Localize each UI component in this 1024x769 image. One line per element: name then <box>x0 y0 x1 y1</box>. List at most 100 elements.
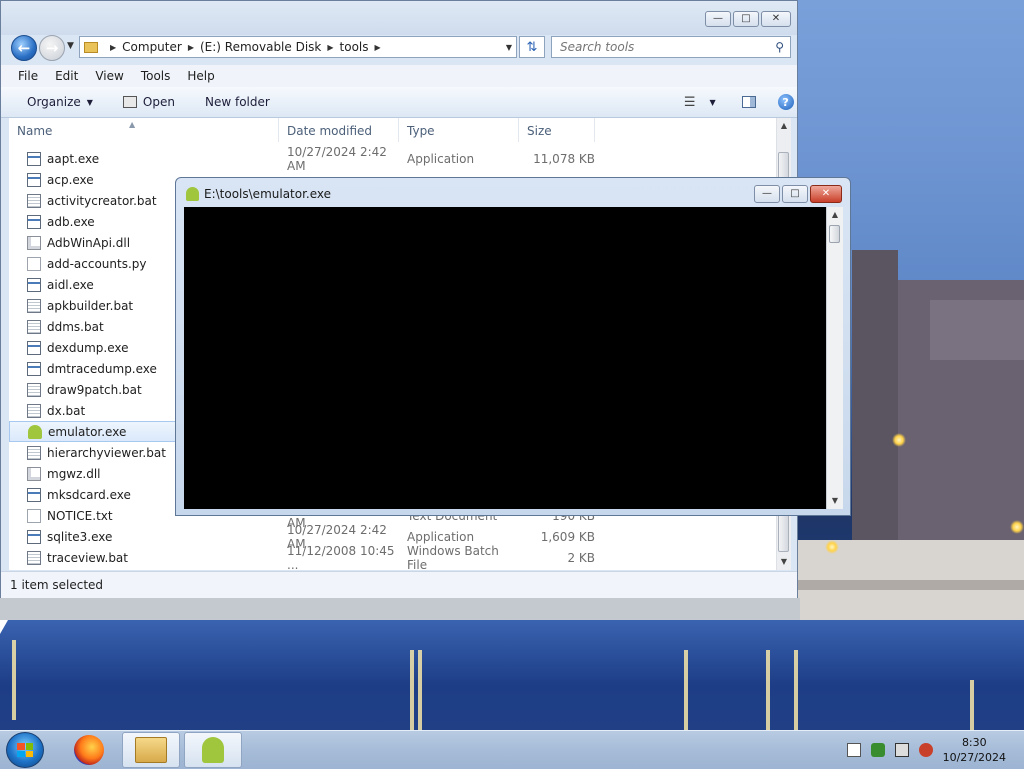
preview-pane-icon <box>741 96 756 108</box>
dll-file-icon <box>27 235 41 250</box>
bat-file-icon <box>27 298 41 313</box>
organize-button[interactable]: Organize ▼ <box>27 95 93 109</box>
file-name: aapt.exe <box>47 151 100 166</box>
help-icon: ? <box>777 94 794 110</box>
scroll-down-arrow[interactable]: ▼ <box>827 493 843 509</box>
scroll-down-arrow[interactable]: ▼ <box>777 554 791 570</box>
sort-up-icon: ▲ <box>129 120 136 129</box>
network-icon[interactable] <box>894 743 909 757</box>
file-name: NOTICE.txt <box>47 508 113 523</box>
search-input[interactable] <box>558 39 762 55</box>
breadcrumb-computer[interactable]: Computer <box>122 40 182 54</box>
preview-pane-button[interactable] <box>741 96 756 108</box>
scroll-up-arrow[interactable]: ▲ <box>777 118 791 134</box>
water-reflection <box>0 620 1024 730</box>
menu-file[interactable]: File <box>18 69 38 83</box>
start-button[interactable] <box>6 732 44 768</box>
search-box[interactable]: ⚲ <box>551 36 791 58</box>
exe-file-icon <box>27 277 41 292</box>
new-folder-button[interactable]: New folder <box>205 95 270 109</box>
file-name-cell: sqlite3.exe <box>9 529 279 544</box>
menu-view[interactable]: View <box>95 69 123 83</box>
file-row[interactable]: aapt.exe 10/27/2024 2:42 AM Application 11,… <box>9 145 777 173</box>
help-button[interactable]: ? <box>777 94 794 110</box>
file-name: add-accounts.py <box>47 256 147 271</box>
background-ship-deck <box>780 580 1024 590</box>
column-type[interactable]: Type <box>399 118 519 142</box>
android-icon <box>186 187 199 201</box>
menu-edit[interactable]: Edit <box>55 69 78 83</box>
taskbar-firefox[interactable] <box>60 732 118 768</box>
organize-label: Organize <box>27 95 81 109</box>
emulator-console[interactable] <box>184 207 826 509</box>
taskbar: 8:30 10/27/2024 <box>0 730 1024 769</box>
scroll-thumb[interactable] <box>829 225 840 243</box>
breadcrumb-tools[interactable]: tools <box>340 40 369 54</box>
file-name-cell: aapt.exe <box>9 151 279 166</box>
background-lamp <box>825 540 839 554</box>
open-icon <box>122 96 137 108</box>
emulator-window[interactable]: E:\tools\emulator.exe — □ ✕ ▲ ▼ <box>175 177 851 516</box>
taskbar-explorer[interactable] <box>122 732 180 768</box>
file-name: draw9patch.bat <box>47 382 142 397</box>
file-row[interactable]: traceview.bat 11/12/2008 10:45 ... Windows… <box>9 543 777 571</box>
volume-muted-icon[interactable] <box>918 743 933 757</box>
exe-file-icon <box>27 172 41 187</box>
light-reflection <box>410 650 414 730</box>
close-button[interactable]: ✕ <box>761 11 791 27</box>
forward-button[interactable]: → <box>39 35 65 61</box>
open-button[interactable]: Open <box>122 95 175 109</box>
file-date: 11/12/2008 10:45 ... <box>287 543 395 571</box>
light-reflection <box>12 640 16 720</box>
column-name[interactable]: ▲ Name <box>9 118 279 142</box>
emulator-close-button[interactable]: ✕ <box>810 185 842 203</box>
file-name: hierarchyviewer.bat <box>47 445 166 460</box>
breadcrumb-drive[interactable]: (E:) Removable Disk <box>200 40 321 54</box>
status-bar: 1 item selected <box>1 571 797 598</box>
file-name: apkbuilder.bat <box>47 298 134 313</box>
android-icon <box>202 737 224 763</box>
column-size-label: Size <box>527 124 552 138</box>
menu-bar: File Edit View Tools Help <box>1 65 797 87</box>
maximize-button[interactable]: □ <box>733 11 759 27</box>
minimize-button[interactable]: — <box>705 11 731 27</box>
emulator-minimize-button[interactable]: — <box>754 185 780 203</box>
status-text: 1 item selected <box>10 578 104 592</box>
menu-tools[interactable]: Tools <box>141 69 171 83</box>
chevron-down-icon[interactable]: ▼ <box>709 98 715 107</box>
explorer-titlebar[interactable]: — □ ✕ <box>1 1 797 35</box>
security-icon[interactable] <box>870 743 885 757</box>
address-bar[interactable]: ▶ Computer ▶ (E:) Removable Disk ▶ tools… <box>79 36 517 58</box>
emulator-maximize-button[interactable]: □ <box>782 185 808 203</box>
file-size: 1,609 KB <box>540 529 595 544</box>
back-button[interactable]: ← <box>11 35 37 61</box>
refresh-button[interactable]: ⇅ <box>519 36 545 58</box>
exe-file-icon <box>27 151 41 166</box>
refresh-icon: ⇅ <box>526 39 538 55</box>
file-name-cell: traceview.bat <box>9 550 279 565</box>
light-reflection <box>418 650 422 730</box>
file-name: dx.bat <box>47 403 86 418</box>
column-date[interactable]: Date modified <box>279 118 399 142</box>
address-dropdown-button[interactable]: ▼ <box>506 43 512 52</box>
column-size[interactable]: Size <box>519 118 595 142</box>
taskbar-emulator[interactable] <box>184 732 242 768</box>
file-name: acp.exe <box>47 172 94 187</box>
exe-file-icon <box>27 361 41 376</box>
background-lamp <box>1010 520 1024 534</box>
recent-pages-dropdown[interactable]: ▼ <box>67 41 74 51</box>
file-name: adb.exe <box>47 214 95 229</box>
system-tray: 8:30 10/27/2024 <box>846 731 1024 769</box>
search-icon[interactable]: ⚲ <box>775 40 784 54</box>
emulator-scrollbar[interactable]: ▲ ▼ <box>826 207 843 509</box>
scroll-up-arrow[interactable]: ▲ <box>827 207 843 223</box>
clock[interactable]: 8:30 10/27/2024 <box>943 735 1006 765</box>
explorer-icon <box>135 737 167 763</box>
exe-file-icon <box>27 340 41 355</box>
chevron-right-icon: ▶ <box>110 42 117 52</box>
chevron-right-icon: ▶ <box>374 42 381 52</box>
menu-help[interactable]: Help <box>187 69 214 83</box>
bat-file-icon <box>27 403 41 418</box>
notification-icon[interactable] <box>846 743 861 757</box>
change-view-button[interactable]: ☰ ▼ <box>684 95 716 110</box>
